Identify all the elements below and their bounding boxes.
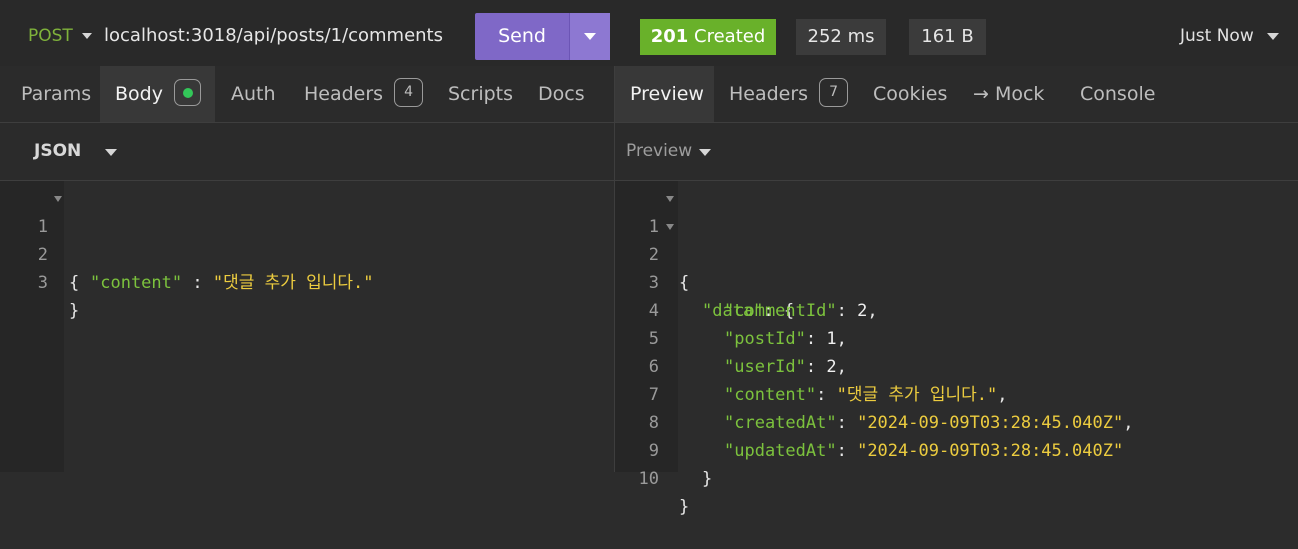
url-bar: POST localhost:3018/api/posts/1/comments… <box>0 0 1298 67</box>
url-input[interactable]: localhost:3018/api/posts/1/comments <box>104 25 443 46</box>
tab-params[interactable]: Params <box>6 66 106 122</box>
request-tabs: Params Body Auth Headers 4 Scripts Docs <box>0 66 614 123</box>
json-brace: } <box>702 469 713 489</box>
tab-body[interactable]: Body <box>100 66 215 122</box>
request-body-editor[interactable]: 1 { 2 "content" : "댓글 추가 입니다." 3 } <box>0 181 614 472</box>
active-dot-icon <box>173 79 201 106</box>
preview-mode-select[interactable]: Preview <box>626 123 692 180</box>
json-brace: { <box>69 273 80 293</box>
response-preview: 1 { 2 "data": { 3 "commentId": 2, 4 "pos… <box>615 181 1298 517</box>
tab-body-label: Body <box>115 83 163 105</box>
code-line: 5 "userId": 2, <box>615 297 1298 377</box>
tab-auth[interactable]: Auth <box>216 66 291 122</box>
json-brace: } <box>679 497 690 517</box>
code-line: 3 } <box>0 241 614 321</box>
fold-arrow-icon[interactable] <box>666 224 674 230</box>
preview-mode-bar: Preview <box>615 123 1298 181</box>
json-brace: } <box>69 301 80 321</box>
tab-mock[interactable]: → Mock <box>958 66 1059 122</box>
line-number: 3 <box>37 273 48 293</box>
line-number: 10 <box>638 469 659 489</box>
send-button-group: Send <box>475 13 610 60</box>
status-badge: 201 Created <box>640 19 776 55</box>
code-line: 10 } <box>615 437 1298 517</box>
code-line: 6 "content": "댓글 추가 입니다.", <box>615 325 1298 405</box>
response-tabs: Preview Headers 7 Cookies → Mock Console <box>615 66 1298 123</box>
code-line: 1 { <box>615 185 1298 293</box>
code-line: 8 "updatedAt": "2024-09-09T03:28:45.040Z… <box>615 381 1298 461</box>
http-method-select[interactable]: POST <box>28 26 73 46</box>
response-headers-count-badge: 7 <box>819 78 849 107</box>
code-line: 1 { <box>0 185 614 293</box>
fold-arrow-icon[interactable] <box>54 196 62 202</box>
body-format-bar: JSON <box>0 123 614 181</box>
tab-console[interactable]: Console <box>1065 66 1170 122</box>
json-string: "댓글 추가 입니다." <box>212 273 374 293</box>
tab-preview[interactable]: Preview <box>615 66 714 122</box>
code-line: 3 "commentId": 2, <box>615 241 1298 321</box>
tab-docs[interactable]: Docs <box>523 66 600 122</box>
body-format-select[interactable]: JSON <box>34 123 81 180</box>
code-line: 9 } <box>615 409 1298 489</box>
send-options-button[interactable] <box>569 13 610 60</box>
headers-count-badge: 4 <box>394 78 424 107</box>
fold-arrow-icon[interactable] <box>666 196 674 202</box>
response-size: 161 B <box>909 19 986 55</box>
tab-response-headers-label: Headers <box>729 83 809 105</box>
status-text: Created <box>694 26 766 47</box>
code-line: 2 "data": { <box>615 213 1298 321</box>
tab-scripts[interactable]: Scripts <box>433 66 528 122</box>
send-button[interactable]: Send <box>475 13 569 60</box>
history-dropdown[interactable]: Just Now <box>1180 26 1254 46</box>
chevron-down-icon[interactable] <box>82 33 92 39</box>
tab-headers-label: Headers <box>304 83 384 105</box>
chevron-down-icon <box>584 33 596 40</box>
json-key: "content" <box>90 273 183 293</box>
chevron-down-icon[interactable] <box>105 149 117 156</box>
chevron-down-icon[interactable] <box>699 149 711 156</box>
response-time: 252 ms <box>796 19 886 55</box>
code-line: 7 "createdAt": "2024-09-09T03:28:45.040Z… <box>615 353 1298 433</box>
json-separator: : <box>182 273 213 293</box>
status-code: 201 <box>650 26 689 47</box>
tab-headers[interactable]: Headers 4 <box>289 66 438 122</box>
chevron-down-icon[interactable] <box>1267 33 1279 40</box>
code-line: 2 "content" : "댓글 추가 입니다." <box>0 213 614 293</box>
tab-response-headers[interactable]: Headers 7 <box>714 66 863 122</box>
tab-cookies[interactable]: Cookies <box>858 66 962 122</box>
code-line: 4 "postId": 1, <box>615 269 1298 349</box>
